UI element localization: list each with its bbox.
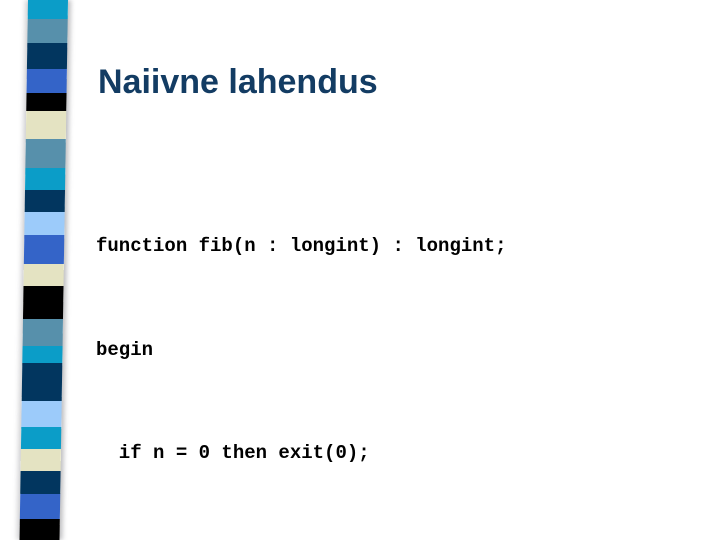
stripe-band: [21, 363, 63, 402]
stripe-band: [22, 318, 63, 347]
stripe-band: [27, 18, 68, 43]
stripe-band: [23, 263, 64, 287]
decorative-stripe: [19, 0, 68, 540]
stripe-band: [22, 346, 63, 364]
code-line: function fib(n : longint) : longint;: [96, 235, 507, 257]
stripe-band: [25, 138, 66, 168]
stripe-band: [24, 212, 65, 235]
code-line: begin: [96, 338, 154, 361]
stripe-band: [26, 92, 67, 112]
page-title: Naiivne lahendus: [98, 63, 378, 101]
stripe-band: [20, 449, 61, 472]
code-block: function fib(n : longint) : longint; beg…: [96, 160, 696, 540]
stripe-band: [19, 519, 60, 540]
stripe-band: [23, 234, 65, 264]
stripe-band: [24, 190, 66, 213]
slide-canvas: Naiivne lahendus function fib(n : longin…: [0, 0, 720, 540]
stripe-band: [21, 401, 62, 427]
stripe-band: [27, 0, 68, 19]
stripe-band: [26, 42, 68, 69]
stripe-band: [20, 471, 61, 494]
code-line: if n = 0 then exit(0);: [96, 442, 370, 464]
decorative-stripe-region: [0, 0, 90, 540]
stripe-band: [26, 68, 67, 93]
stripe-band: [22, 286, 64, 319]
stripe-band: [25, 167, 66, 191]
stripe-band: [20, 426, 62, 449]
stripe-band: [25, 111, 67, 139]
stripe-band: [19, 493, 61, 520]
